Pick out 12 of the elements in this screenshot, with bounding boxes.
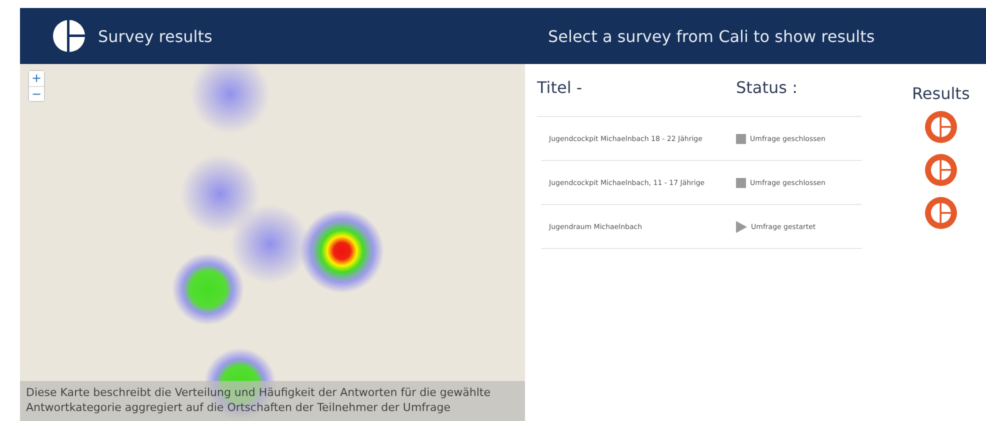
results-button[interactable] — [924, 111, 957, 143]
column-header[interactable]: Status : — [736, 78, 798, 97]
logo-icon — [52, 19, 86, 53]
results-button[interactable] — [924, 154, 957, 186]
map-caption: Diese Karte beschreibt die Verteilung und Häufigkeit der Antworten für die gewählte Antwortkategorie aggregiert auf die Ortschaften der Teilnehmer der Umfrage — [20, 381, 525, 421]
results-button[interactable] — [924, 197, 957, 229]
heat-spot — [172, 253, 244, 325]
column-header: Results — [912, 84, 970, 103]
zoom-out-button[interactable]: − — [29, 86, 44, 101]
app-title: Survey results — [98, 26, 212, 46]
column-header[interactable]: Titel - — [537, 78, 736, 97]
header-prompt: Select a survey from Cali to show results — [548, 26, 875, 46]
